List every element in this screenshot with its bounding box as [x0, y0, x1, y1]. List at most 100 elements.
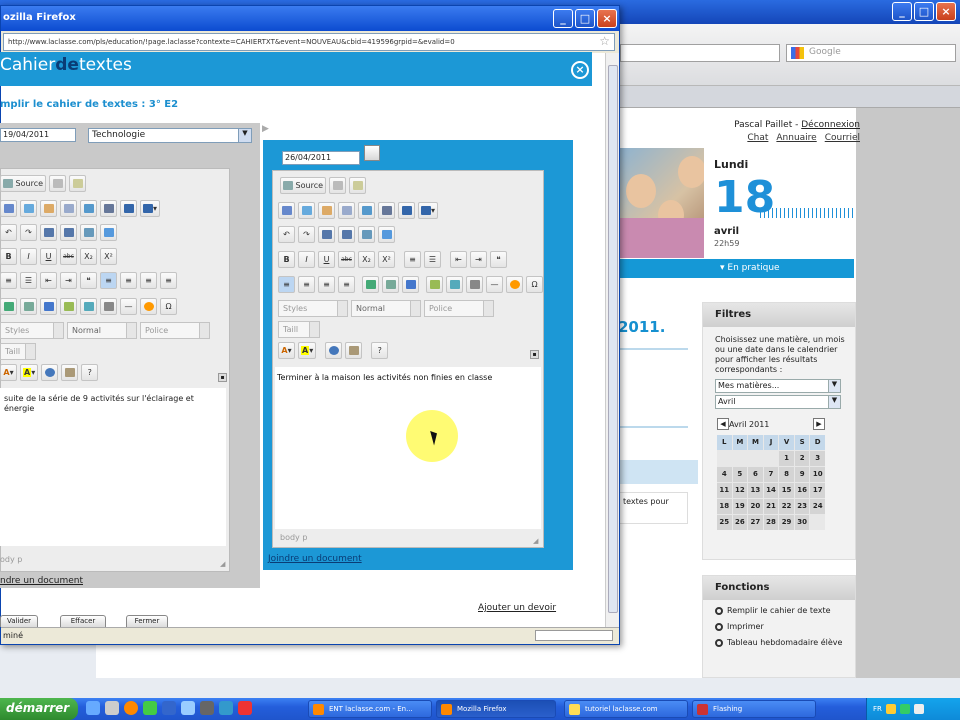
- align-center-button[interactable]: ≡: [120, 272, 137, 289]
- calendar-day[interactable]: 5: [732, 467, 748, 482]
- fonction-imprimer[interactable]: Imprimer: [703, 616, 855, 632]
- align-left-button[interactable]: ≡: [100, 272, 117, 289]
- styles-select[interactable]: Styles: [0, 322, 64, 339]
- paste-text-button[interactable]: [60, 200, 77, 217]
- calendar-day[interactable]: 18: [717, 499, 732, 514]
- logout-link[interactable]: Déconnexion: [801, 120, 860, 130]
- calendar-day[interactable]: 26: [732, 515, 748, 530]
- start-button[interactable]: démarrer: [0, 698, 78, 720]
- subscript-button[interactable]: X₂: [358, 251, 375, 268]
- hr-button[interactable]: —: [120, 298, 137, 315]
- format-select[interactable]: Normal: [67, 322, 137, 339]
- calendar-day[interactable]: 14: [763, 483, 779, 498]
- smiley-button[interactable]: [140, 298, 157, 315]
- calendar-day[interactable]: 11: [717, 483, 732, 498]
- calendar-next-button[interactable]: ▶: [813, 418, 825, 430]
- calendar-day[interactable]: 29: [779, 515, 794, 530]
- smiley-button[interactable]: [506, 276, 523, 293]
- taskbar-item-firefox[interactable]: Mozilla Firefox: [436, 700, 556, 718]
- size-select[interactable]: Taill: [278, 321, 320, 338]
- redo-button[interactable]: ↷: [298, 226, 315, 243]
- link-button[interactable]: [0, 298, 17, 315]
- calendar-day[interactable]: 7: [763, 467, 779, 482]
- bullet-list-button[interactable]: ☰: [424, 251, 441, 268]
- close-button[interactable]: ×: [597, 9, 617, 28]
- calendar-day[interactable]: 16: [794, 483, 810, 498]
- calendar-day[interactable]: 15: [779, 483, 794, 498]
- close-form-button[interactable]: Fermer: [126, 615, 168, 627]
- app-icon[interactable]: [162, 701, 176, 715]
- resize-grip-icon[interactable]: ◢: [220, 560, 225, 568]
- show-blocks-button[interactable]: [345, 342, 363, 359]
- align-left-button[interactable]: ≡: [278, 276, 295, 293]
- template-button[interactable]: [69, 175, 87, 192]
- remove-format-button[interactable]: [378, 226, 395, 243]
- numbered-list-button[interactable]: ≡: [0, 272, 17, 289]
- undo-button[interactable]: ↶: [278, 226, 295, 243]
- source-button[interactable]: Source: [280, 177, 327, 194]
- calendar-day[interactable]: 17: [810, 483, 825, 498]
- calendar-day[interactable]: 12: [732, 483, 748, 498]
- underline-button[interactable]: U: [318, 251, 335, 268]
- paste-button[interactable]: [40, 200, 57, 217]
- spellcheck-menu-button[interactable]: ▾: [140, 200, 161, 217]
- justify-button[interactable]: ≡: [338, 276, 355, 293]
- language-indicator[interactable]: FR: [873, 705, 882, 713]
- select-all-button[interactable]: [80, 224, 97, 241]
- app-icon[interactable]: [181, 701, 195, 715]
- minimize-button[interactable]: _: [892, 2, 912, 21]
- calendar-day[interactable]: 21: [763, 499, 779, 514]
- help-button[interactable]: ?: [81, 364, 99, 381]
- copy-button[interactable]: [298, 202, 315, 219]
- subject-select[interactable]: Technologie ▼: [88, 128, 252, 143]
- maximize-button[interactable]: □: [575, 9, 595, 28]
- calendar-day[interactable]: 10: [810, 467, 825, 482]
- strike-button[interactable]: abc: [60, 248, 77, 265]
- spellcheck-menu-button[interactable]: ▾: [418, 202, 439, 219]
- app-icon[interactable]: [200, 701, 214, 715]
- text-color-button[interactable]: A ▾: [278, 342, 295, 359]
- star-icon[interactable]: ☆: [599, 34, 610, 48]
- maximize-editor-button[interactable]: [41, 364, 59, 381]
- subject-select[interactable]: Mes matières... ▼: [715, 379, 841, 393]
- align-right-button[interactable]: ≡: [140, 272, 157, 289]
- bold-button[interactable]: B: [0, 248, 17, 265]
- month-select[interactable]: Avril ▼: [715, 395, 841, 409]
- bold-button[interactable]: B: [278, 251, 295, 268]
- popup-url-bar[interactable]: http://www.laclasse.com/pls/education/!p…: [3, 33, 615, 51]
- spellcheck-button[interactable]: [120, 200, 137, 217]
- align-center-button[interactable]: ≡: [298, 276, 315, 293]
- cut-button[interactable]: [278, 202, 295, 219]
- chevron-right-icon[interactable]: ▶: [262, 124, 270, 136]
- paste-button[interactable]: [318, 202, 335, 219]
- find-button[interactable]: [40, 224, 57, 241]
- background-search-input[interactable]: Google: [786, 44, 956, 62]
- calendar-day[interactable]: 3: [810, 451, 825, 466]
- undo-button[interactable]: ↶: [0, 224, 17, 241]
- remove-format-button[interactable]: [100, 224, 117, 241]
- calendar-day[interactable]: 28: [763, 515, 779, 530]
- paste-text-button[interactable]: [338, 202, 355, 219]
- bg-color-button[interactable]: A ▾: [20, 364, 39, 381]
- outdent-button[interactable]: ⇤: [450, 251, 467, 268]
- image-button[interactable]: [60, 298, 77, 315]
- left-attach-document-link[interactable]: ndre un document: [0, 576, 83, 586]
- strike-button[interactable]: abc: [338, 251, 355, 268]
- calendar-day[interactable]: 25: [717, 515, 732, 530]
- font-select[interactable]: Police: [140, 322, 210, 339]
- special-char-button[interactable]: Ω: [526, 276, 543, 293]
- outdent-button[interactable]: ⇤: [40, 272, 57, 289]
- flash-button[interactable]: [446, 276, 463, 293]
- calendar-day[interactable]: 2: [794, 451, 810, 466]
- collapse-toolbar-icon[interactable]: ▪: [530, 350, 539, 359]
- superscript-button[interactable]: X²: [378, 251, 395, 268]
- unlink-button[interactable]: [382, 276, 399, 293]
- text-color-button[interactable]: A ▾: [0, 364, 17, 381]
- resize-grip-icon[interactable]: ◢: [533, 537, 541, 545]
- chat-link[interactable]: Chat: [747, 133, 768, 143]
- app-icon[interactable]: [238, 701, 252, 715]
- numbered-list-button[interactable]: ≡: [404, 251, 421, 268]
- taskbar-item-ent[interactable]: ENT laclasse.com - En...: [308, 700, 432, 718]
- close-button[interactable]: ×: [936, 2, 956, 21]
- indent-button[interactable]: ⇥: [60, 272, 77, 289]
